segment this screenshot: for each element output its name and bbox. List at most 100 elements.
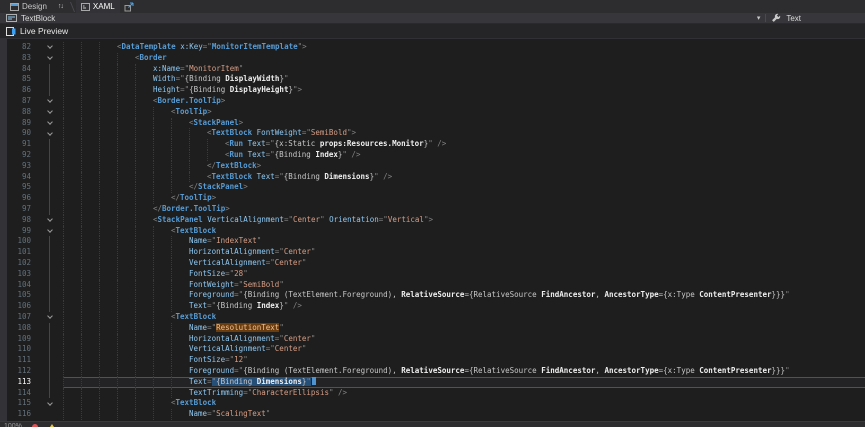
code-line-88[interactable]: 88<ToolTip> bbox=[0, 107, 865, 118]
code-text[interactable]: Foreground="{Binding (TextElement.Foregr… bbox=[63, 366, 865, 377]
code-line-94[interactable]: 94<TextBlock Text="{Binding Dimensions}"… bbox=[0, 172, 865, 183]
fold-chevron-icon[interactable] bbox=[36, 398, 63, 409]
code-text[interactable]: <TextBlock bbox=[63, 398, 865, 409]
chevron-down-icon[interactable]: ▾ bbox=[757, 15, 761, 22]
tab-xaml[interactable]: XAML bbox=[76, 0, 120, 13]
code-text[interactable]: Text="{Binding Dimensions}" bbox=[63, 377, 865, 388]
code-line-102[interactable]: 102VerticalAlignment="Center" bbox=[0, 258, 865, 269]
code-line-108[interactable]: 108Name="ResolutionText" bbox=[0, 323, 865, 334]
code-text[interactable]: <StackPanel VerticalAlignment="Center" O… bbox=[63, 215, 865, 226]
code-line-95[interactable]: 95 </StackPanel> bbox=[0, 182, 865, 193]
code-line-115[interactable]: 115<TextBlock bbox=[0, 398, 865, 409]
code-line-114[interactable]: 114TextTrimming="CharacterEllipsis" /> bbox=[0, 388, 865, 399]
code-text[interactable]: </Border.ToolTip> bbox=[63, 204, 865, 215]
code-line-85[interactable]: 85Width="{Binding DisplayWidth}" bbox=[0, 74, 865, 85]
code-line-100[interactable]: 100Name="IndexText" bbox=[0, 236, 865, 247]
indent-guide bbox=[81, 290, 99, 301]
code-text[interactable]: Height="{Binding DisplayHeight}"> bbox=[63, 85, 865, 96]
line-number: 113 bbox=[0, 377, 36, 388]
indent-guide bbox=[171, 366, 189, 377]
code-text[interactable]: TextTrimming="CharacterEllipsis" /> bbox=[63, 388, 865, 399]
code-text[interactable]: <StackPanel> bbox=[63, 118, 865, 129]
code-line-111[interactable]: 111FontSize="12" bbox=[0, 355, 865, 366]
code-line-91[interactable]: 91<Run Text="{x:Static props:Resources.M… bbox=[0, 139, 865, 150]
code-text[interactable]: Foreground="{Binding (TextElement.Foregr… bbox=[63, 290, 865, 301]
code-line-101[interactable]: 101HorizontalAlignment="Center" bbox=[0, 247, 865, 258]
code-line-83[interactable]: 83<Border bbox=[0, 53, 865, 64]
code-text[interactable]: HorizontalAlignment="Center" bbox=[63, 334, 865, 345]
code-text[interactable]: Text="{Binding Index}" /> bbox=[63, 301, 865, 312]
line-number: 95 bbox=[0, 182, 36, 193]
code-line-97[interactable]: 97</Border.ToolTip> bbox=[0, 204, 865, 215]
code-line-113[interactable]: 113 Text="{Binding Dimensions}" bbox=[0, 377, 865, 388]
code-text[interactable]: <ToolTip> bbox=[63, 107, 865, 118]
code-text[interactable]: <TextBlock bbox=[63, 226, 865, 237]
code-line-82[interactable]: 82<DataTemplate x:Key="MonitorItemTempla… bbox=[0, 42, 865, 53]
code-text[interactable]: </StackPanel> bbox=[63, 182, 865, 193]
code-text[interactable]: HorizontalAlignment="Center" bbox=[63, 247, 865, 258]
code-text[interactable]: <Border.ToolTip> bbox=[63, 96, 865, 107]
code-line-98[interactable]: 98<StackPanel VerticalAlignment="Center"… bbox=[0, 215, 865, 226]
code-text[interactable]: <TextBlock Text="{Binding Dimensions}" /… bbox=[63, 172, 865, 183]
token: =" bbox=[225, 355, 234, 364]
code-line-84[interactable]: 84x:Name="MonitorItem" bbox=[0, 64, 865, 75]
code-line-104[interactable]: 104FontWeight="SemiBold" bbox=[0, 280, 865, 291]
indent-guide bbox=[135, 301, 153, 312]
fold-chevron-icon[interactable] bbox=[36, 118, 63, 129]
code-line-110[interactable]: 110VerticalAlignment="Center" bbox=[0, 344, 865, 355]
code-line-112[interactable]: 112Foreground="{Binding (TextElement.For… bbox=[0, 366, 865, 377]
code-line-109[interactable]: 109HorizontalAlignment="Center" bbox=[0, 334, 865, 345]
code-text[interactable]: </ToolTip> bbox=[63, 193, 865, 204]
fold-chevron-icon[interactable] bbox=[36, 312, 63, 323]
code-text[interactable]: VerticalAlignment="Center" bbox=[63, 258, 865, 269]
code-text[interactable]: <Border bbox=[63, 53, 865, 64]
live-preview-bar[interactable]: Live Preview bbox=[0, 24, 865, 39]
swap-panes-icon[interactable]: ↑↓ bbox=[52, 3, 69, 10]
code-text[interactable]: Name="IndexText" bbox=[63, 236, 865, 247]
code-text[interactable]: VerticalAlignment="Center" bbox=[63, 344, 865, 355]
code-text[interactable]: <TextBlock FontWeight="SemiBold"> bbox=[63, 128, 865, 139]
code-line-87[interactable]: 87<Border.ToolTip> bbox=[0, 96, 865, 107]
code-text[interactable]: </TextBlock> bbox=[63, 161, 865, 172]
fold-chevron-icon[interactable] bbox=[36, 215, 63, 226]
code-text[interactable]: FontSize="12" bbox=[63, 355, 865, 366]
code-text[interactable]: FontWeight="SemiBold" bbox=[63, 280, 865, 291]
code-line-107[interactable]: 107<TextBlock bbox=[0, 312, 865, 323]
code-line-96[interactable]: 96</ToolTip> bbox=[0, 193, 865, 204]
code-text[interactable]: <Run Text="{Binding Index}" /> bbox=[63, 150, 865, 161]
code-text[interactable]: <TextBlock bbox=[63, 312, 865, 323]
fold-chevron-icon[interactable] bbox=[36, 107, 63, 118]
code-text[interactable]: Name="ResolutionText" bbox=[63, 323, 865, 334]
code-line-86[interactable]: 86Height="{Binding DisplayHeight}"> bbox=[0, 85, 865, 96]
code-text[interactable]: x:Name="MonitorItem" bbox=[63, 64, 865, 75]
indent-guide bbox=[189, 128, 207, 139]
code-line-116[interactable]: 116Name="ScalingText" bbox=[0, 409, 865, 420]
tab-design[interactable]: Design bbox=[5, 0, 52, 13]
indent-guide bbox=[171, 150, 189, 161]
code-line-90[interactable]: 90<TextBlock FontWeight="SemiBold"> bbox=[0, 128, 865, 139]
zoom-level[interactable]: 100% bbox=[4, 423, 22, 427]
fold-chevron-icon[interactable] bbox=[36, 42, 63, 53]
fold-chevron-icon[interactable] bbox=[36, 226, 63, 237]
code-line-92[interactable]: 92<Run Text="{Binding Index}" /> bbox=[0, 150, 865, 161]
code-text[interactable]: FontSize="28" bbox=[63, 269, 865, 280]
code-line-93[interactable]: 93</TextBlock> bbox=[0, 161, 865, 172]
code-line-106[interactable]: 106Text="{Binding Index}" /> bbox=[0, 301, 865, 312]
fold-chevron-icon[interactable] bbox=[36, 53, 63, 64]
fold-chevron-icon[interactable] bbox=[36, 128, 63, 139]
code-text[interactable]: <DataTemplate x:Key="MonitorItemTemplate… bbox=[63, 42, 865, 53]
code-line-99[interactable]: 99<TextBlock bbox=[0, 226, 865, 237]
breadcrumb-property-label[interactable]: Text bbox=[786, 14, 801, 23]
fold-chevron-icon[interactable] bbox=[36, 96, 63, 107]
breadcrumb[interactable]: TextBlock bbox=[6, 14, 757, 23]
xaml-code-editor[interactable]: 82<DataTemplate x:Key="MonitorItemTempla… bbox=[0, 39, 865, 421]
popout-window-icon[interactable] bbox=[124, 2, 134, 12]
indent-guide bbox=[135, 118, 153, 129]
code-line-89[interactable]: 89<StackPanel> bbox=[0, 118, 865, 129]
code-text[interactable]: <Run Text="{x:Static props:Resources.Mon… bbox=[63, 139, 865, 150]
code-text[interactable]: Name="ScalingText" bbox=[63, 409, 865, 420]
code-line-105[interactable]: 105Foreground="{Binding (TextElement.For… bbox=[0, 290, 865, 301]
token: =" bbox=[266, 150, 275, 159]
code-text[interactable]: Width="{Binding DisplayWidth}" bbox=[63, 74, 865, 85]
code-line-103[interactable]: 103FontSize="28" bbox=[0, 269, 865, 280]
